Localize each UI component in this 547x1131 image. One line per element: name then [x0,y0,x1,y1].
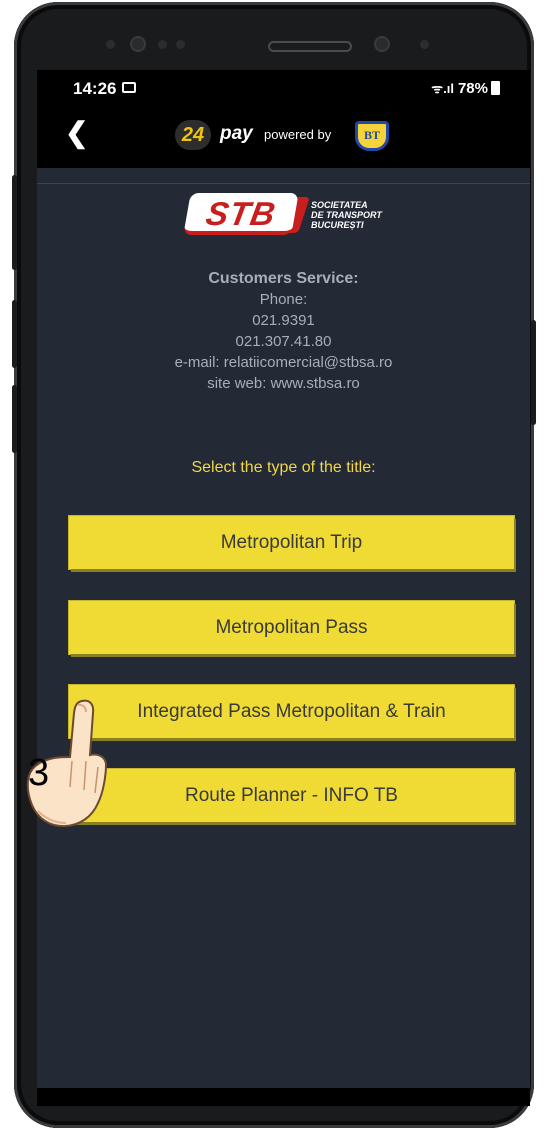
app-screen: 14:26 ᯤ.ıl 78% ❮ 24 pay powered by BT STB… [37,70,530,1106]
stb-subtitle-line: BUCUREȘTI [311,220,364,230]
earpiece-speaker [268,41,352,52]
bixby-key [12,385,17,453]
customer-service-title: Customers Service: [208,270,359,287]
sensor [420,40,429,49]
24pay-logo: 24 [175,120,211,150]
powered-by-label: powered by [264,127,332,142]
step-number: 3 [28,752,50,794]
header-divider [37,183,530,184]
power-key [531,320,536,425]
phone-label: Phone: [259,291,308,308]
sensor [176,40,185,49]
email-text: e-mail: relatiicomercial@stbsa.ro [174,354,393,371]
select-title-prompt: Select the type of the title: [191,459,376,476]
status-indicators: ᯤ.ıl 78% [431,79,500,97]
website-text: site web: www.stbsa.ro [207,375,360,392]
iris-scanner [374,36,390,52]
customer-service-info: Customers Service: Phone: 021.9391 021.3… [37,268,530,394]
stb-logo-subtitle: SOCIETATEA DE TRANSPORT BUCUREȘTI [311,200,382,230]
metropolitan-pass-button[interactable]: Metropolitan Pass [69,601,514,654]
metropolitan-trip-button[interactable]: Metropolitan Trip [69,516,514,569]
stb-subtitle-line: DE TRANSPORT [311,210,382,220]
battery-icon [491,81,500,95]
bt-bank-logo: BT [355,121,389,151]
stb-logo-wordmark: STB [183,193,299,235]
stb-logo: STB SOCIETATEA DE TRANSPORT BUCUREȘTI [183,193,407,248]
app-header: ❮ 24 pay powered by BT [37,108,530,168]
front-camera [130,36,146,52]
route-planner-button[interactable]: Route Planner - INFO TB [69,769,514,822]
pay-wordmark: pay [220,123,253,144]
stb-subtitle-line: SOCIETATEA [311,200,368,210]
navigation-bar [37,1088,530,1106]
phone-number-1: 021.9391 [252,312,315,329]
gallery-notification-icon [122,82,136,93]
battery-level: 78% [457,80,488,97]
sensor [158,40,167,49]
volume-key [12,175,17,270]
status-bar: 14:26 ᯤ.ıl 78% [37,70,530,108]
integrated-pass-button[interactable]: Integrated Pass Metropolitan & Train [69,685,514,738]
phone-number-2: 021.307.41.80 [235,333,332,350]
signal-icon: ᯤ.ıl [431,81,454,96]
phone-top-bezel [38,8,508,66]
sensor [106,40,115,49]
volume-key [12,300,17,368]
back-arrow-icon[interactable]: ❮ [65,118,88,148]
status-time: 14:26 [73,79,117,98]
